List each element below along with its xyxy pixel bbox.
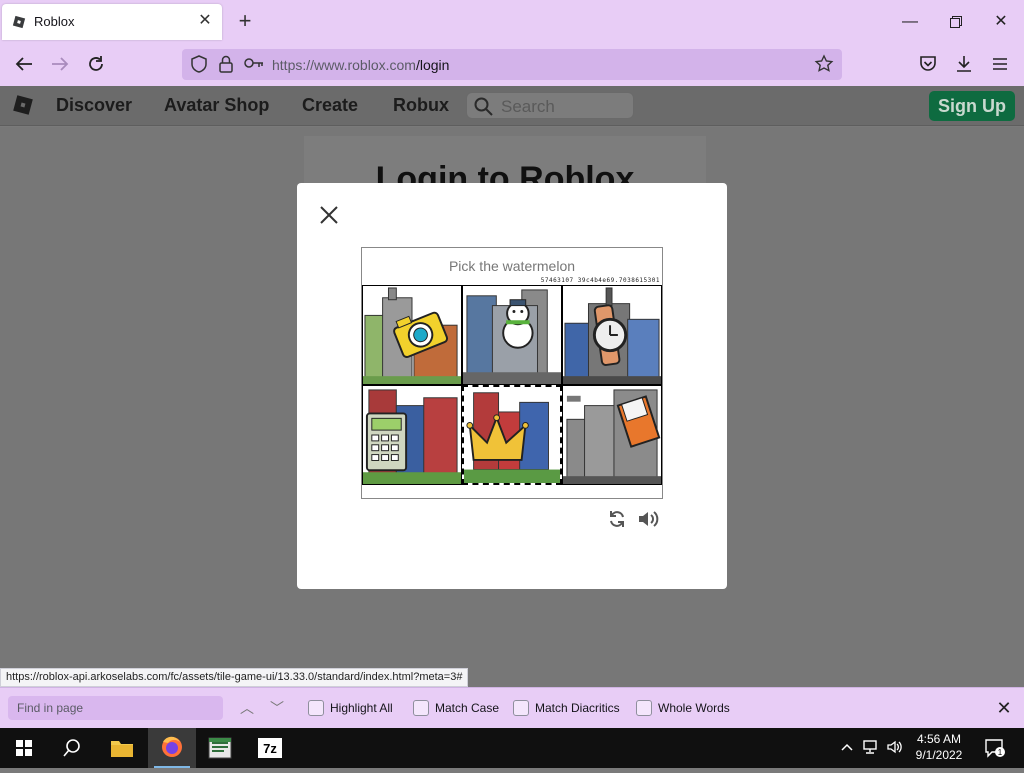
search-icon — [63, 739, 80, 757]
tab-roblox[interactable]: Roblox ✕ — [2, 4, 222, 40]
clock-date: 9/1/2022 — [915, 748, 963, 762]
captcha-tile-bag[interactable] — [562, 385, 662, 485]
bookmark-star-icon[interactable] — [814, 54, 834, 74]
file-explorer-button[interactable] — [98, 728, 146, 768]
key-icon[interactable] — [244, 56, 264, 70]
start-button[interactable] — [0, 728, 48, 768]
back-button[interactable] — [11, 51, 37, 77]
roblox-search-input[interactable]: Search — [466, 92, 634, 119]
notebook-app-icon — [208, 737, 232, 759]
chevron-up-icon[interactable] — [840, 740, 854, 754]
url-text[interactable]: https://www.roblox.com/login — [272, 57, 449, 73]
find-previous-icon[interactable]: ︿ — [237, 698, 257, 718]
pocket-icon[interactable] — [915, 51, 941, 77]
tracking-shield-icon[interactable] — [190, 55, 208, 73]
captcha-tile-watch[interactable] — [562, 285, 662, 385]
captcha-session-code: 57463107 39c4b4e69.7038615301 — [540, 277, 660, 284]
captcha-game: Pick the watermelon 57463107 39c4b4e69.7… — [361, 247, 663, 499]
reload-button[interactable] — [83, 51, 109, 77]
new-tab-button[interactable]: + — [234, 10, 256, 32]
taskbar-clock[interactable]: 4:56 AM 9/1/2022 — [910, 731, 968, 763]
nav-avatar-shop[interactable]: Avatar Shop — [164, 95, 269, 116]
find-bar-close-icon[interactable]: ✕ — [994, 698, 1014, 718]
status-url: https://roblox-api.arkoselabs.com/fc/ass… — [0, 668, 469, 687]
url-bar[interactable]: https://www.roblox.com/login — [182, 49, 842, 80]
hamburger-menu-icon[interactable] — [987, 51, 1013, 77]
captcha-prompt: Pick the watermelon — [448, 258, 576, 274]
lock-icon[interactable] — [218, 55, 234, 73]
svg-text:1: 1 — [998, 748, 1003, 757]
nav-robux[interactable]: Robux — [393, 95, 449, 116]
calculator-icon — [363, 389, 461, 484]
nav-discover[interactable]: Discover — [56, 95, 132, 116]
firefox-icon — [162, 736, 182, 757]
captcha-grid — [362, 285, 662, 485]
camera-icon — [363, 287, 461, 384]
volume-icon[interactable] — [886, 738, 904, 756]
find-in-page-input[interactable]: Find in page — [8, 696, 223, 720]
close-window-button[interactable]: ✕ — [989, 10, 1013, 34]
svg-text:7z: 7z — [263, 741, 277, 756]
tab-title: Roblox — [34, 14, 75, 29]
roblox-favicon-icon — [12, 15, 26, 29]
search-icon — [474, 97, 493, 116]
tab-close-icon[interactable]: ✕ — [196, 12, 214, 30]
clock-time: 4:56 AM — [916, 732, 962, 746]
7zip-taskbar-button[interactable]: 7z — [246, 728, 294, 768]
captcha-tile-crown[interactable] — [462, 385, 562, 485]
downloads-icon[interactable] — [951, 51, 977, 77]
refresh-icon[interactable] — [607, 509, 627, 529]
roblox-logo-icon[interactable] — [12, 94, 34, 116]
nav-create[interactable]: Create — [302, 95, 358, 116]
restore-button[interactable] — [944, 10, 968, 34]
captcha-tile-camera[interactable] — [362, 285, 462, 385]
app-taskbar-button[interactable] — [196, 728, 244, 768]
captcha-tile-calculator[interactable] — [362, 385, 462, 485]
audio-icon[interactable] — [637, 509, 659, 529]
sign-up-button[interactable]: Sign Up — [929, 91, 1015, 121]
search-taskbar-button[interactable] — [48, 728, 96, 768]
minimize-button[interactable]: — — [898, 10, 922, 34]
find-next-icon[interactable]: ﹀ — [267, 698, 287, 718]
folder-icon — [111, 741, 133, 757]
crown-icon — [464, 392, 560, 483]
captcha-tile-snowman[interactable] — [462, 285, 562, 385]
firefox-taskbar-button[interactable] — [148, 728, 196, 768]
close-icon[interactable] — [318, 204, 340, 226]
wristwatch-icon — [563, 287, 661, 384]
notifications-icon[interactable]: 1 — [984, 738, 1006, 758]
snowman-icon — [463, 289, 561, 384]
windows-icon — [16, 740, 32, 756]
7zip-icon: 7z — [258, 738, 282, 758]
forward-button[interactable] — [47, 51, 73, 77]
network-icon[interactable] — [862, 738, 880, 756]
paper-bag-icon — [563, 389, 661, 484]
